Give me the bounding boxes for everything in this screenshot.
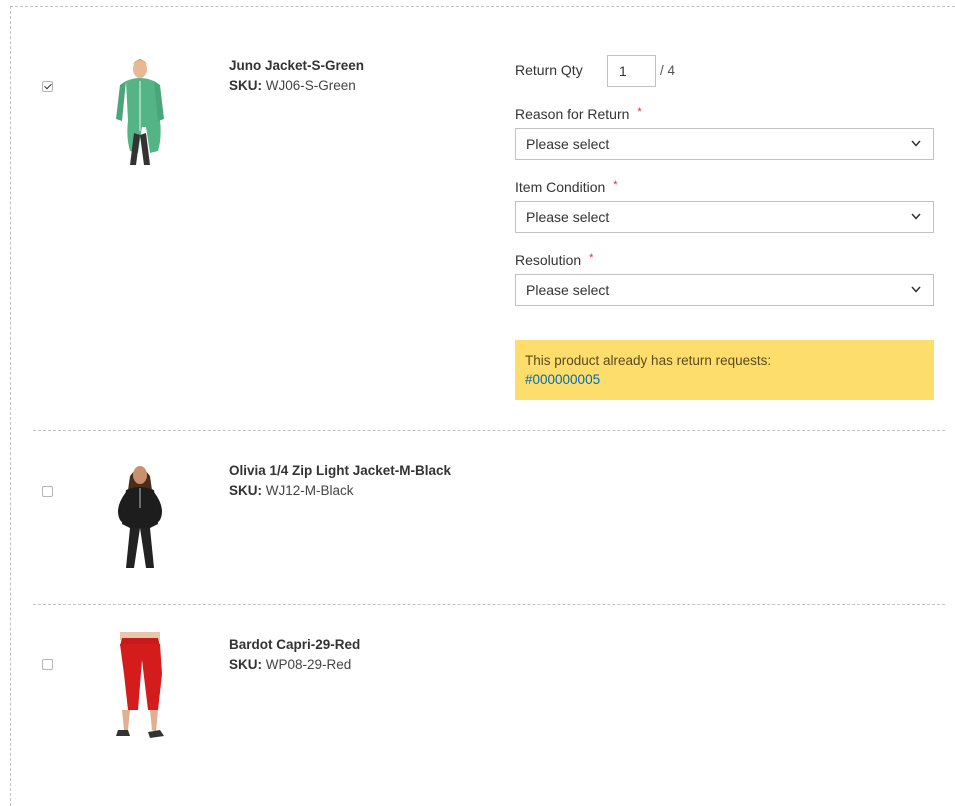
product-sku: SKU: WP08-29-Red — [229, 657, 351, 672]
required-marker: * — [589, 252, 594, 264]
return-qty-label: Return Qty — [515, 62, 583, 78]
condition-label: Item Condition * — [515, 179, 618, 195]
sku-label: SKU: — [229, 483, 262, 498]
reason-select[interactable]: Please select — [515, 128, 934, 160]
product-sku: SKU: WJ12-M-Black — [229, 483, 354, 498]
green-jacket-photo — [116, 59, 164, 165]
sku-value: WJ12-M-Black — [265, 483, 354, 498]
red-capri-photo — [116, 632, 164, 738]
resolution-label-text: Resolution — [515, 252, 582, 268]
chevron-down-icon — [911, 213, 921, 220]
sku-label: SKU: — [229, 78, 262, 93]
return-request-link[interactable]: #000000005 — [525, 372, 600, 387]
notice-text: This product already has return requests… — [525, 353, 772, 368]
product-name: Olivia 1/4 Zip Light Jacket-M-Black — [229, 463, 452, 478]
chevron-down-icon — [911, 140, 921, 147]
item-select-checkbox[interactable] — [42, 486, 53, 497]
return-qty-max: / 4 — [660, 63, 676, 78]
reason-label-text: Reason for Return — [515, 106, 630, 122]
condition-select[interactable]: Please select — [515, 201, 934, 233]
resolution-select-value: Please select — [526, 282, 610, 298]
product-name: Juno Jacket-S-Green — [229, 58, 365, 73]
condition-label-text: Item Condition — [515, 179, 606, 195]
sku-value: WJ06-S-Green — [265, 78, 356, 93]
existing-returns-notice: This product already has return requests… — [515, 340, 934, 400]
black-jacket-photo — [118, 466, 162, 568]
sku-value: WP08-29-Red — [265, 657, 352, 672]
reason-select-value: Please select — [526, 136, 610, 152]
sku-label: SKU: — [229, 657, 262, 672]
product-sku: SKU: WJ06-S-Green — [229, 78, 356, 93]
resolution-label: Resolution * — [515, 252, 593, 268]
product-name: Bardot Capri-29-Red — [229, 637, 361, 652]
required-marker: * — [613, 179, 618, 191]
item-select-checkbox[interactable] — [42, 659, 53, 670]
condition-select-value: Please select — [526, 209, 610, 225]
row-divider — [33, 430, 945, 431]
reason-label: Reason for Return * — [515, 106, 642, 122]
chevron-down-icon — [911, 286, 921, 293]
resolution-select[interactable]: Please select — [515, 274, 934, 306]
return-qty-input[interactable]: 1 — [607, 55, 656, 87]
required-marker: * — [637, 106, 642, 118]
item-select-checkbox[interactable] — [42, 81, 53, 92]
row-divider — [33, 604, 945, 605]
